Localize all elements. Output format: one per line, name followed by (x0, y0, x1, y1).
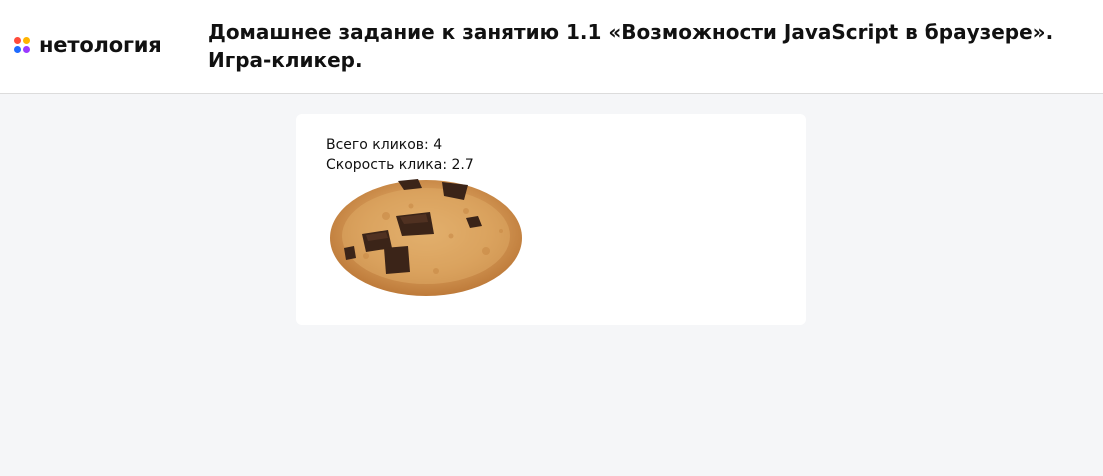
cookie-image[interactable] (326, 176, 526, 301)
speed-value: 2.7 (451, 157, 474, 173)
logo-dot (23, 36, 30, 44)
logo-dot (14, 36, 21, 44)
logo-dot (14, 45, 21, 53)
logo[interactable]: нетология (14, 31, 162, 59)
clicker-card: Всего кликов: 4 Скорость клика: 2.7 (296, 114, 806, 325)
header: нетология Домашнее задание к занятию 1.1… (0, 0, 1103, 94)
speed-counter: Скорость клика: 2.7 (326, 155, 474, 175)
logo-text: нетология (39, 33, 162, 57)
clicks-label: Всего кликов: (326, 137, 434, 153)
logo-dot (23, 45, 30, 53)
page-title: Домашнее задание к занятию 1.1 «Возможно… (208, 20, 1054, 72)
clicks-value: 4 (433, 137, 443, 153)
logo-icon (14, 36, 31, 54)
clicks-counter: Всего кликов: 4 (326, 135, 474, 155)
clicker-stats: Всего кликов: 4 Скорость клика: 2.7 (326, 135, 474, 175)
speed-label: Скорость клика: (326, 157, 452, 173)
